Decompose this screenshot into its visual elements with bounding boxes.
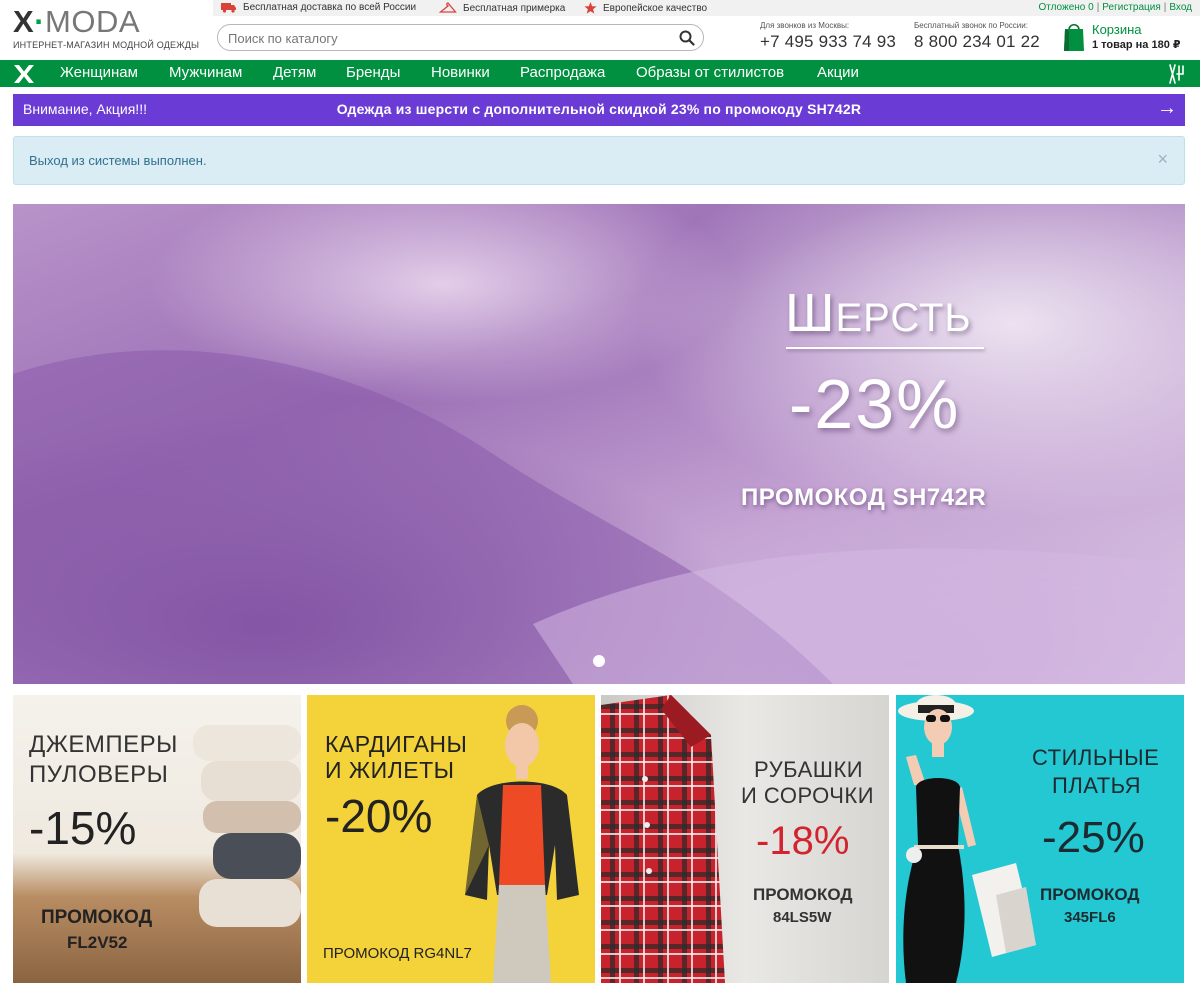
- star-icon: [584, 2, 597, 14]
- tile-line1: РУБАШКИ: [754, 757, 864, 782]
- phone-moscow: Для звонков из Москвы: +7 495 933 74 93: [760, 21, 896, 53]
- hero-discount: -23%: [789, 365, 961, 443]
- x-logo-icon[interactable]: [13, 64, 35, 84]
- phone-moscow-label: Для звонков из Москвы:: [760, 21, 850, 30]
- hero-title-rest: ЕРСТЬ: [835, 296, 972, 340]
- promo-tile-dresses[interactable]: СТИЛЬНЫЕ ПЛАТЬЯ -25% ПРОМОКОД 345FL6: [896, 695, 1184, 983]
- site-logo[interactable]: X·MODA ИНТЕРНЕТ-МАГАЗИН МОДНОЙ ОДЕЖДЫ: [13, 6, 199, 52]
- alert-message: Выход из системы выполнен.: [29, 153, 207, 168]
- promo-text: Одежда из шерсти с дополнительной скидко…: [336, 101, 862, 117]
- hero-slider[interactable]: ШЕРСТЬ -23% ПРОМОКОД SH742R: [13, 204, 1185, 684]
- logo-wordmark: X·MODA: [13, 6, 140, 38]
- phone-russia-number[interactable]: 8 800 234 01 22: [914, 31, 1040, 53]
- account-links: Отложено 0 | Регистрация | Вход: [1038, 2, 1192, 13]
- close-icon[interactable]: ×: [1157, 149, 1168, 170]
- perk-fitting: Бесплатная примерка: [439, 2, 565, 14]
- hanger-icon: [439, 2, 457, 13]
- register-link[interactable]: Регистрация: [1102, 2, 1160, 13]
- cart-widget[interactable]: Корзина 1 товар на 180 ₽: [1063, 22, 1193, 54]
- phone-russia: Бесплатный звонок по России: 8 800 234 0…: [914, 21, 1040, 53]
- plaid-shirt-illustration: [601, 695, 725, 983]
- nav-item-stylist-looks[interactable]: Образы от стилистов: [636, 64, 784, 81]
- woman-dress-illustration: [898, 695, 1036, 983]
- promo-banner[interactable]: Одежда из шерсти с дополнительной скидко…: [13, 94, 1185, 126]
- perk-delivery: Бесплатная доставка по всей России: [221, 2, 416, 13]
- tile-line2: ПЛАТЬЯ: [1052, 773, 1141, 798]
- truck-icon: [221, 3, 236, 13]
- perk-fitting-label: Бесплатная примерка: [463, 2, 566, 14]
- cart-title: Корзина: [1092, 22, 1142, 37]
- nav-item-new[interactable]: Новинки: [431, 64, 490, 81]
- separator: |: [1096, 2, 1100, 13]
- tile-code: 345FL6: [1064, 909, 1116, 926]
- perk-quality-label: Европейское качество: [603, 2, 708, 14]
- logo-tagline: ИНТЕРНЕТ-МАГАЗИН МОДНОЙ ОДЕЖДЫ: [13, 40, 200, 50]
- cart-summary: 1 товар на 180 ₽: [1092, 39, 1181, 51]
- tile-code: ПРОМОКОД RG4NL7: [323, 945, 472, 962]
- nav-item-men[interactable]: Мужчинам: [169, 64, 242, 81]
- top-info-strip: Бесплатная доставка по всей России Беспл…: [213, 0, 1200, 16]
- tile-line2: И СОРОЧКИ: [741, 783, 875, 808]
- tile-line2: И ЖИЛЕТЫ: [325, 757, 455, 783]
- search-icon[interactable]: [679, 30, 695, 46]
- nav-item-sale[interactable]: Распродажа: [520, 64, 605, 81]
- phone-moscow-number[interactable]: +7 495 933 74 93: [760, 31, 896, 53]
- hanger-logo-icon[interactable]: [1166, 62, 1186, 86]
- slider-dot-active[interactable]: [593, 655, 605, 667]
- tile-line1: КАРДИГАНЫ: [325, 731, 468, 757]
- tile-line1: ДЖЕМПЕРЫ: [29, 731, 178, 758]
- logout-alert: Выход из системы выполнен. ×: [13, 136, 1185, 185]
- tile-code-label: ПРОМОКОД: [1040, 885, 1140, 904]
- perk-quality: Европейское качество: [584, 2, 707, 14]
- tile-code: 84LS5W: [773, 909, 832, 926]
- tile-code-label: ПРОМОКОД: [41, 907, 153, 928]
- hero-title-first: Ш: [785, 283, 836, 343]
- tile-discount: -18%: [756, 819, 850, 863]
- tile-code: FL2V52: [67, 933, 128, 952]
- logo-dot: ·: [34, 4, 46, 39]
- separator: |: [1163, 2, 1167, 13]
- promo-tile-shirts[interactable]: РУБАШКИ И СОРОЧКИ -18% ПРОМОКОД 84LS5W: [601, 695, 889, 983]
- perk-delivery-label: Бесплатная доставка по всей России: [243, 2, 417, 13]
- promo-tile-cardigans[interactable]: КАРДИГАНЫ И ЖИЛЕТЫ -20% ПРОМОКОД RG4NL7: [307, 695, 595, 983]
- nav-item-brands[interactable]: Бренды: [346, 64, 400, 81]
- promo-tile-jumpers[interactable]: ДЖЕМПЕРЫ ПУЛОВЕРЫ -15% ПРОМОКОД FL2V52: [13, 695, 301, 983]
- site-header: X·MODA ИНТЕРНЕТ-МАГАЗИН МОДНОЙ ОДЕЖДЫ Бе…: [0, 0, 1200, 60]
- saved-link[interactable]: Отложено 0: [1038, 2, 1093, 13]
- tile-discount: -20%: [325, 790, 433, 842]
- logo-moda: MODA: [45, 4, 141, 39]
- hero-title: ШЕРСТЬ: [785, 282, 972, 344]
- tile-discount: -25%: [1042, 813, 1145, 862]
- logo-x: X: [13, 4, 35, 39]
- search-box: [217, 24, 704, 51]
- tile-discount: -15%: [29, 802, 137, 854]
- tile-code-label: ПРОМОКОД: [753, 885, 853, 904]
- tile-line2: ПУЛОВЕРЫ: [29, 761, 169, 788]
- knit-wool-illustration: [13, 204, 1185, 684]
- nav-item-promotions[interactable]: Акции: [817, 64, 859, 81]
- hero-promo-code: ПРОМОКОД SH742R: [741, 484, 987, 511]
- arrow-right-icon[interactable]: →: [1157, 97, 1177, 120]
- login-link[interactable]: Вход: [1169, 2, 1192, 13]
- phone-russia-label: Бесплатный звонок по России:: [914, 21, 1028, 30]
- nav-item-women[interactable]: Женщинам: [60, 64, 138, 81]
- tile-line1: СТИЛЬНЫЕ: [1032, 745, 1160, 770]
- promo-label: Внимание, Акция!!!: [23, 101, 147, 117]
- nav-item-kids[interactable]: Детям: [273, 64, 316, 81]
- shopping-bag-icon: [1064, 23, 1084, 51]
- search-input[interactable]: [228, 29, 668, 47]
- sweater-stack-illustration: [193, 725, 301, 927]
- hero-divider: [786, 347, 984, 349]
- main-nav: Женщинам Мужчинам Детям Бренды Новинки Р…: [0, 60, 1200, 87]
